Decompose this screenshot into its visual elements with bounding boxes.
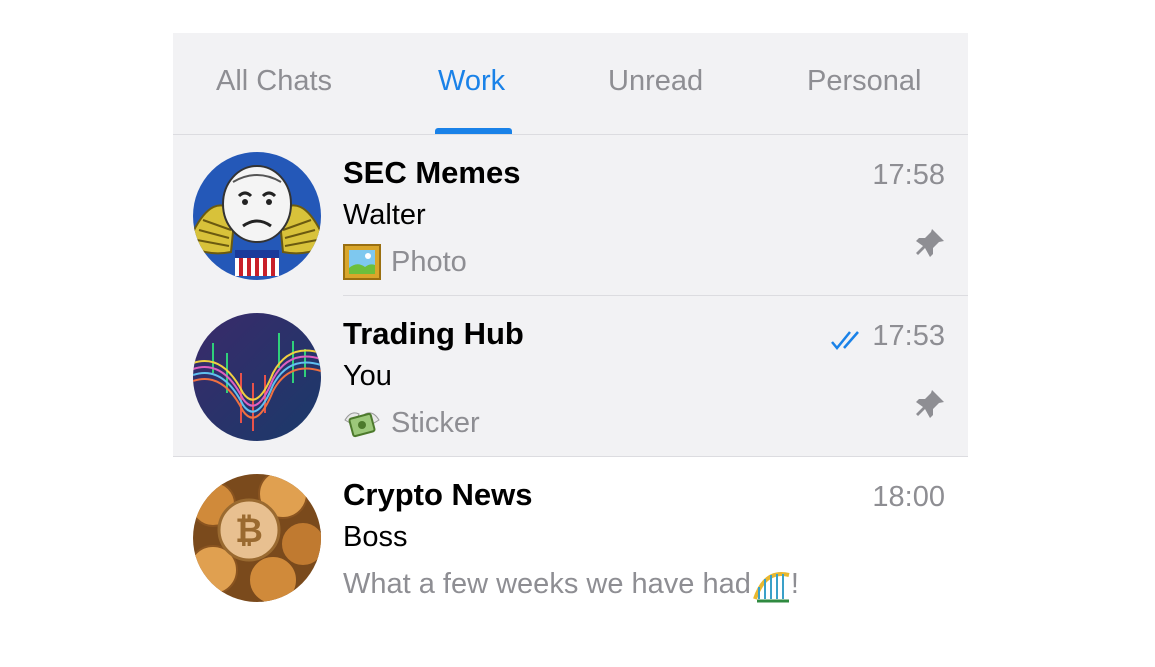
chat-title: SEC Memes bbox=[343, 155, 521, 190]
pin-icon bbox=[912, 225, 948, 261]
avatar-sec-memes bbox=[193, 152, 321, 280]
chat-preview-suffix: ! bbox=[790, 567, 799, 600]
money-with-wings-icon bbox=[343, 404, 381, 442]
tab-unread[interactable]: Unread bbox=[608, 65, 703, 98]
tab-all-chats[interactable]: All Chats bbox=[216, 65, 332, 98]
chat-preview-text: What a few weeks we have had bbox=[343, 567, 751, 600]
chat-row-sec-memes[interactable]: SEC Memes Walter Photo 17:58 bbox=[173, 135, 968, 296]
chat-sender: You bbox=[343, 360, 392, 392]
chat-preview: What a few weeks we have had ! bbox=[343, 565, 799, 603]
chat-preview: Sticker bbox=[343, 404, 480, 442]
chat-sender: Walter bbox=[343, 199, 426, 231]
chat-title: Crypto News bbox=[343, 477, 533, 512]
chat-time: 17:53 bbox=[830, 320, 945, 353]
pin-icon bbox=[912, 386, 948, 422]
chat-time: 17:58 bbox=[872, 159, 945, 192]
svg-text:₿: ₿ bbox=[235, 511, 263, 551]
chat-preview: Photo bbox=[343, 243, 467, 281]
chat-sender: Boss bbox=[343, 521, 408, 553]
active-tab-indicator bbox=[435, 128, 512, 134]
tab-work[interactable]: Work bbox=[438, 65, 505, 98]
chat-time-text: 17:53 bbox=[872, 320, 945, 352]
tab-personal[interactable]: Personal bbox=[807, 65, 921, 98]
double-check-icon bbox=[830, 326, 866, 350]
framed-picture-icon bbox=[343, 243, 381, 281]
roller-coaster-icon bbox=[752, 565, 791, 603]
chat-row-trading-hub[interactable]: Trading Hub You Sticker 17:53 bbox=[173, 296, 968, 457]
chat-time-text: 18:00 bbox=[872, 481, 945, 513]
chat-row-crypto-news[interactable]: ₿ Crypto News Boss What a few weeks we h… bbox=[173, 457, 968, 618]
chat-time: 18:00 bbox=[872, 481, 945, 514]
chat-title: Trading Hub bbox=[343, 316, 524, 351]
avatar-crypto-news: ₿ bbox=[193, 474, 321, 602]
folder-tabs: All Chats Work Unread Personal bbox=[173, 33, 968, 135]
chat-preview-text: Sticker bbox=[391, 406, 480, 439]
avatar-trading-hub bbox=[193, 313, 321, 441]
chat-preview-text: Photo bbox=[391, 245, 467, 278]
chat-list-panel: All Chats Work Unread Personal SEC Memes… bbox=[173, 33, 968, 667]
chat-time-text: 17:58 bbox=[872, 159, 945, 191]
